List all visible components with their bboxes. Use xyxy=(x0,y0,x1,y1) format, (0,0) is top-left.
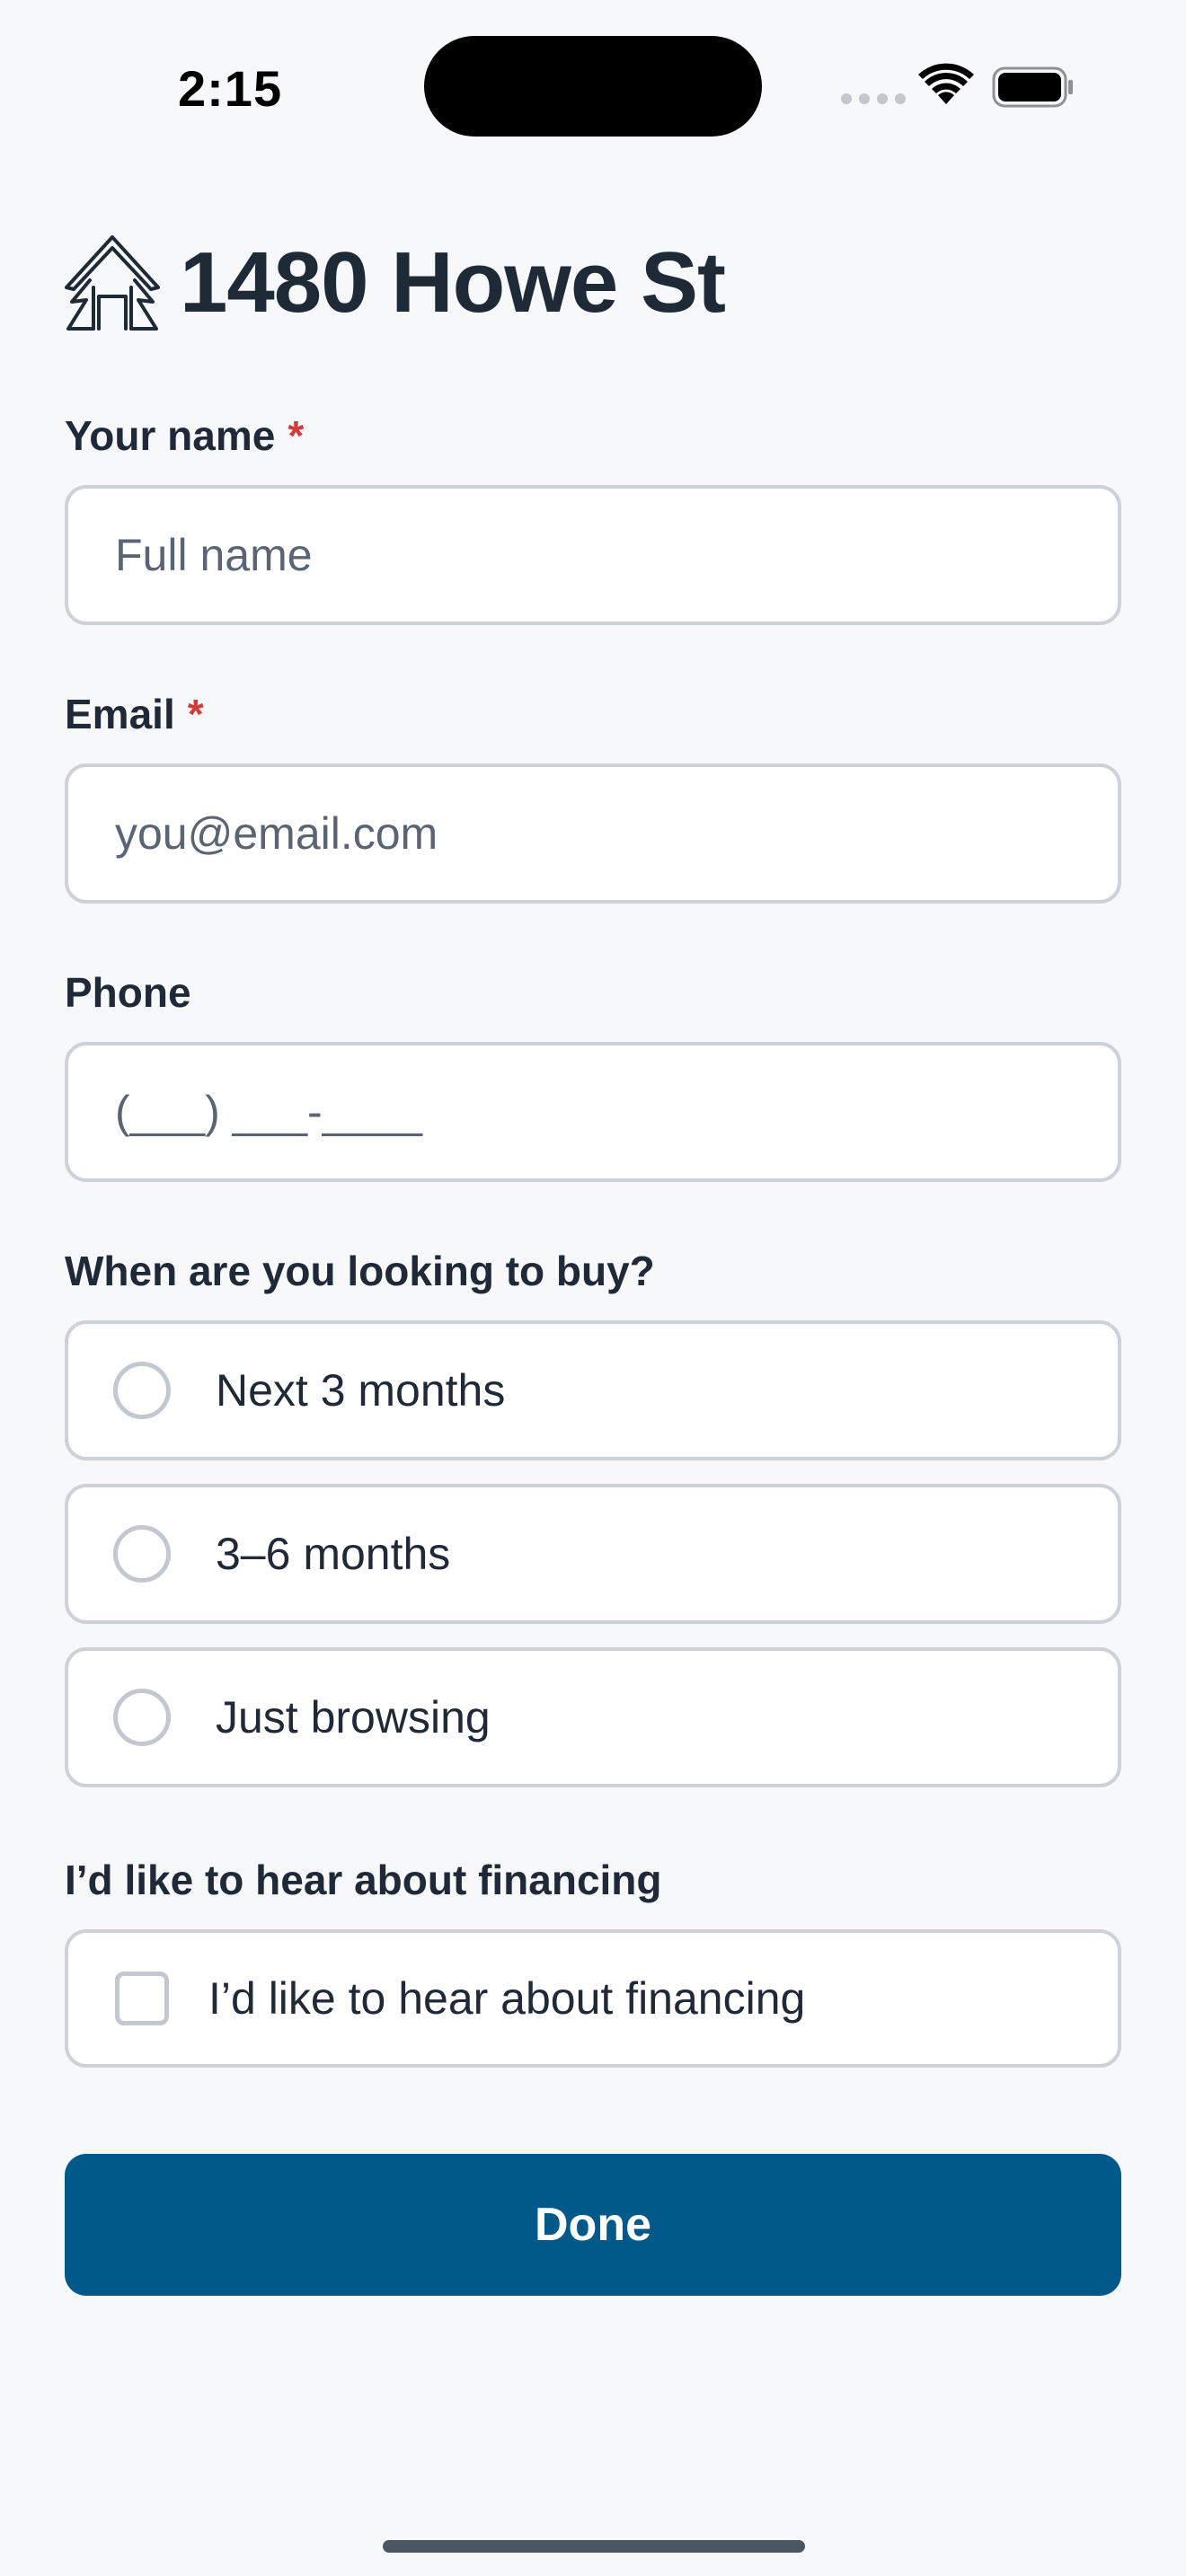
name-label-text: Your name xyxy=(65,412,276,459)
lead-form-screen: 2:15 1480 Howe St Your name * Full name E xyxy=(0,0,1186,2576)
financing-checkbox-label: I’d like to hear about financing xyxy=(208,1973,806,2024)
timeline-option-just-browsing[interactable]: Just browsing xyxy=(65,1647,1121,1787)
name-placeholder: Full name xyxy=(115,530,313,580)
email-label: Email * xyxy=(65,690,204,738)
financing-checkbox[interactable] xyxy=(115,1972,169,2025)
email-label-text: Email xyxy=(65,691,175,737)
phone-label: Phone xyxy=(65,969,191,1016)
page-title: 1480 Howe St xyxy=(180,234,726,331)
timeline-option-next-3-months[interactable]: Next 3 months xyxy=(65,1320,1121,1460)
name-input[interactable]: Full name xyxy=(65,485,1121,625)
name-label: Your name * xyxy=(65,411,304,460)
option-label: 3–6 months xyxy=(216,1529,451,1579)
radio-button[interactable] xyxy=(113,1689,171,1746)
financing-label: I’d like to hear about financing xyxy=(65,1857,662,1903)
signal-icon xyxy=(841,93,906,104)
email-placeholder: you@email.com xyxy=(115,808,438,859)
financing-checkbox-row[interactable]: I’d like to hear about financing xyxy=(65,1929,1121,2068)
option-label: Just browsing xyxy=(216,1692,491,1742)
radio-button[interactable] xyxy=(113,1525,171,1583)
radio-button[interactable] xyxy=(113,1362,171,1419)
battery-icon xyxy=(992,66,1073,108)
timeline-option-3-6-months[interactable]: 3–6 months xyxy=(65,1484,1121,1624)
house-trees-logo-icon xyxy=(65,235,160,331)
email-input[interactable]: you@email.com xyxy=(65,763,1121,904)
phone-placeholder: (___) ___-____ xyxy=(115,1087,422,1137)
phone-input[interactable]: (___) ___-____ xyxy=(65,1042,1121,1182)
home-indicator[interactable] xyxy=(383,2540,805,2553)
option-label: Next 3 months xyxy=(216,1365,506,1416)
status-time: 2:15 xyxy=(178,60,283,117)
required-mark: * xyxy=(187,691,204,737)
timeline-label: When are you looking to buy? xyxy=(65,1248,655,1294)
required-mark: * xyxy=(288,412,305,459)
wifi-icon xyxy=(918,63,974,104)
dynamic-island xyxy=(424,36,762,137)
done-button[interactable]: Done xyxy=(65,2154,1121,2296)
